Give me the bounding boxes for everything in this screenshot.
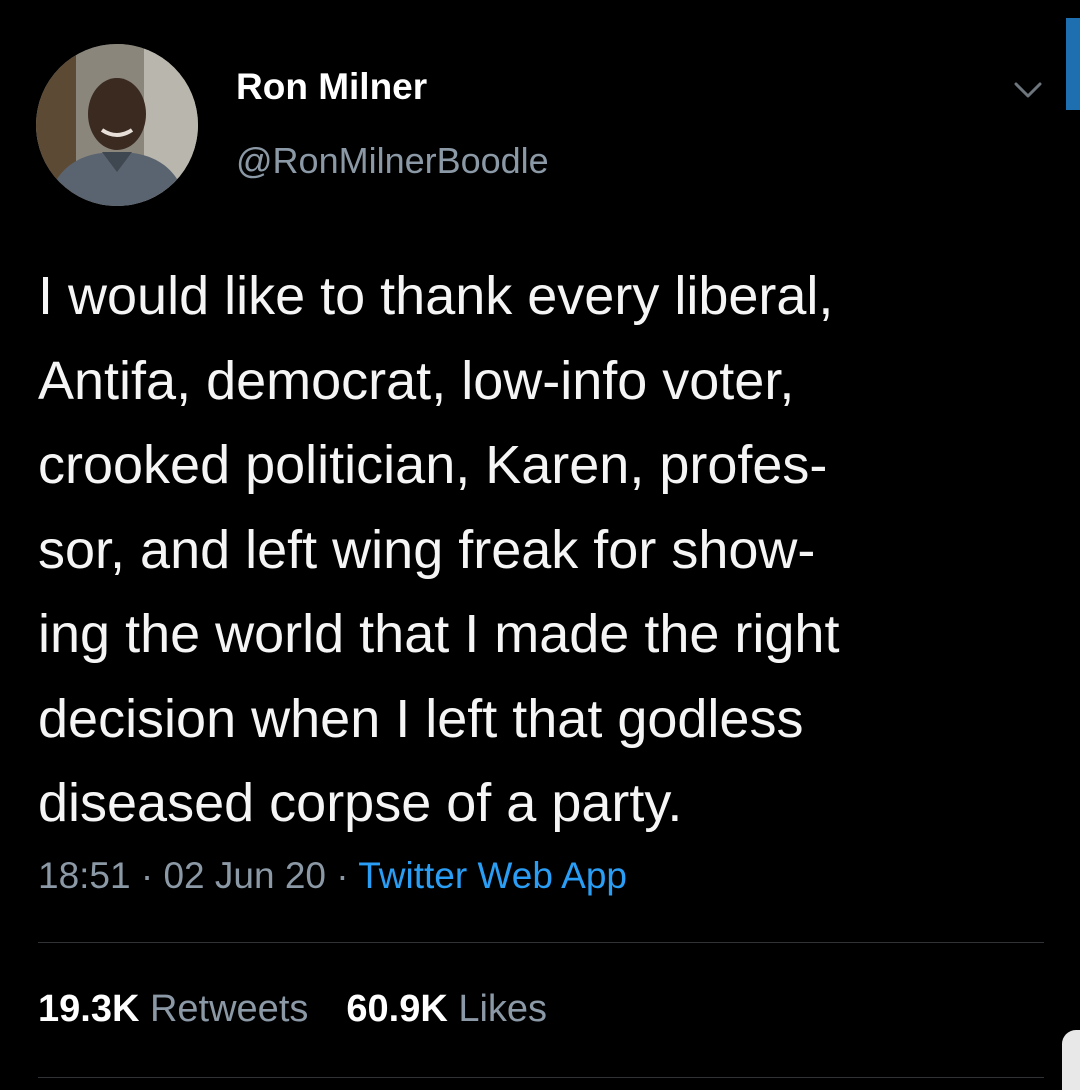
- user-handle[interactable]: @RonMilnerBoodle: [236, 140, 549, 182]
- scroll-indicator: [1066, 18, 1080, 110]
- profile-photo-icon: [36, 44, 198, 206]
- meta-separator: ·: [336, 855, 349, 896]
- meta-separator: ·: [140, 855, 154, 896]
- display-name[interactable]: Ron Milner: [236, 66, 427, 108]
- tweet-date[interactable]: 02 Jun 20: [163, 855, 326, 896]
- tweet-time[interactable]: 18:51: [38, 855, 131, 896]
- tweet-text-line: I would like to thank every liberal,: [38, 266, 834, 326]
- likes-count: 60.9K: [346, 988, 448, 1030]
- divider: [38, 942, 1044, 943]
- tweet-text-line: diseased corpse of a party.: [38, 773, 683, 833]
- avatar[interactable]: [36, 44, 198, 206]
- chevron-down-icon[interactable]: [1008, 70, 1048, 110]
- tweet-text-line: crooked politician, Karen, profes-: [38, 435, 828, 495]
- tweet-stats: 19.3K Retweets 60.9K Likes: [38, 988, 547, 1031]
- tweet-text-line: decision when I left that godless: [38, 688, 804, 749]
- tweet-source-link[interactable]: Twitter Web App: [358, 855, 627, 896]
- retweets-count: 19.3K: [38, 988, 140, 1030]
- tweet-text-line: ing the world that I made the right: [38, 604, 840, 664]
- tweet-card: Ron Milner @RonMilnerBoodle I would like…: [0, 0, 1080, 1090]
- tweet-text: I would like to thank every liberal, Ant…: [38, 254, 1038, 846]
- likes-stat[interactable]: 60.9K Likes: [346, 988, 547, 1030]
- likes-label: Likes: [458, 988, 548, 1030]
- retweets-label: Retweets: [149, 988, 309, 1030]
- overlay-handle: [1062, 1030, 1080, 1090]
- retweets-stat[interactable]: 19.3K Retweets: [38, 988, 308, 1030]
- tweet-text-line: sor, and left wing freak for show-: [38, 519, 816, 580]
- tweet-metadata: 18:51 · 02 Jun 20 · Twitter Web App: [38, 855, 627, 897]
- tweet-text-line: Antifa, democrat, low-info voter,: [38, 350, 795, 411]
- divider: [38, 1077, 1044, 1078]
